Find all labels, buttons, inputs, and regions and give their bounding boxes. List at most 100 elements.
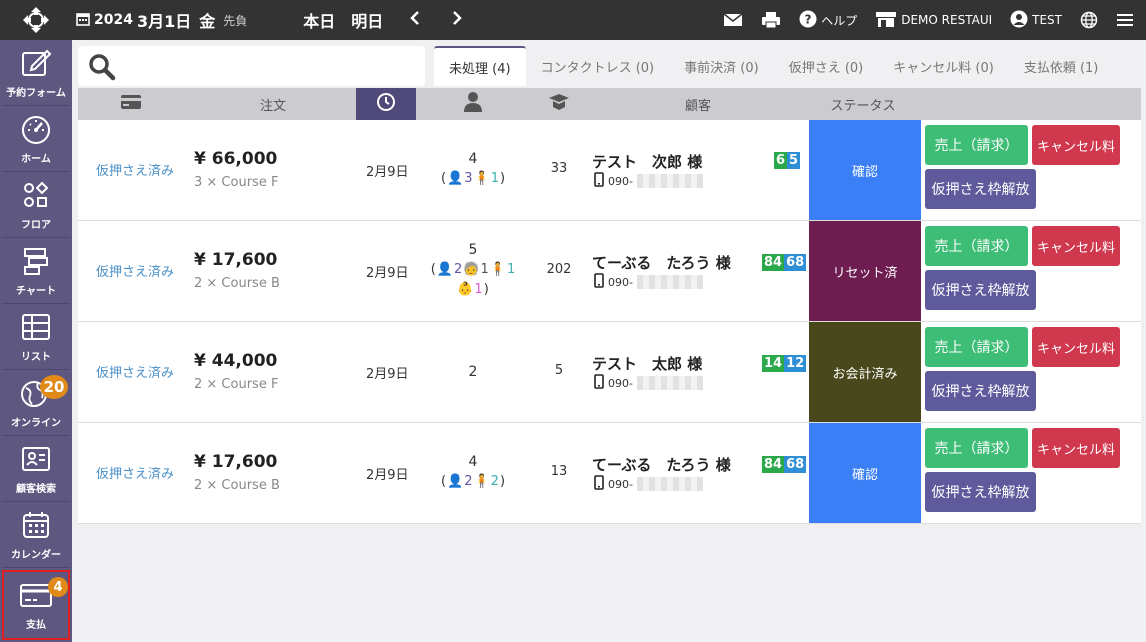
mail-icon[interactable] (723, 12, 743, 28)
print-icon[interactable] (761, 11, 781, 29)
svg-text:?: ? (805, 12, 812, 26)
credit-card-icon (120, 94, 142, 114)
order-column-header[interactable]: 注文 (238, 88, 308, 120)
release-hold-button[interactable]: 仮押さえ枠解放 (925, 270, 1036, 310)
release-hold-button[interactable]: 仮押さえ枠解放 (925, 371, 1036, 411)
charge-button[interactable]: 売上（請求） (925, 428, 1028, 468)
table-row[interactable]: 仮押さえ済み ¥ 66,000 3 × Course F 2月9日 4 ( 👤 3… (78, 120, 1141, 221)
id-card-icon (20, 444, 52, 478)
table-row[interactable]: 仮押さえ済み ¥ 44,000 2 × Course F 2月9日 2 5 テス… (78, 322, 1141, 423)
prev-day-icon[interactable] (409, 10, 421, 31)
reservation-status-link[interactable]: 仮押さえ済み (96, 362, 174, 381)
sidebar-item-home[interactable]: ホーム (2, 108, 70, 172)
charge-button[interactable]: 売上（請求） (925, 125, 1028, 165)
sidebar-item-online[interactable]: オンライン 20 (2, 372, 70, 436)
sidebar-item-chart[interactable]: チャート (2, 240, 70, 304)
guest-breakdown: ( 👤 2 🧍 2 ) (440, 474, 506, 489)
tab-contactless[interactable]: コンタクトレス (0) (526, 46, 670, 86)
rokuyo-text: 先負 (223, 13, 248, 28)
customer-phone: 090- (594, 172, 703, 190)
reservation-status-link[interactable]: 仮押さえ済み (96, 463, 174, 482)
tab-prepaid[interactable]: 事前決済 (0) (669, 46, 774, 86)
tomorrow-button[interactable]: 明日 (351, 8, 383, 32)
globe-icon[interactable] (1080, 11, 1098, 29)
status-column-header[interactable]: ステータス (823, 88, 903, 120)
user-menu[interactable]: TEST (1010, 10, 1062, 31)
restaurant-label: DEMO RESTAUI (901, 13, 993, 27)
guest-breakdown: ( 👤 2 🧓 1 🧍 1 (430, 262, 516, 277)
app-logo[interactable] (0, 0, 72, 40)
cancel-fee-button[interactable]: キャンセル料 (1032, 327, 1120, 367)
adult-icon: 👤 (447, 474, 464, 489)
cancel-fee-button[interactable]: キャンセル料 (1032, 428, 1120, 468)
cancel-fee-button[interactable]: キャンセル料 (1032, 226, 1120, 266)
order-course: 2 × Course B (194, 276, 280, 291)
customer-name[interactable]: てーぶる たろう 様 (592, 252, 731, 273)
store-icon (875, 10, 897, 31)
tab-unprocessed[interactable]: 未処理 (4) (434, 46, 526, 86)
customer-column-header[interactable]: 顧客 (658, 88, 738, 120)
sidebar-item-label: 予約フォーム (6, 88, 66, 99)
help-label: ヘルプ (821, 13, 858, 28)
table-row[interactable]: 仮押さえ済み ¥ 17,600 2 × Course B 2月9日 4 ( 👤 2… (78, 423, 1141, 524)
table-number: 202 (546, 262, 572, 277)
reservation-date: 2月9日 (366, 367, 409, 382)
customer-name[interactable]: てーぶる たろう 様 (592, 454, 731, 475)
time-column-header[interactable] (356, 88, 416, 120)
phone-prefix: 090- (608, 376, 633, 390)
table-seat-icon (548, 93, 570, 115)
cancel-fee-button[interactable]: キャンセル料 (1032, 125, 1120, 165)
table-row[interactable]: 仮押さえ済み ¥ 17,600 2 × Course B 2月9日 5 ( 👤 2… (78, 221, 1141, 322)
menu-icon[interactable] (1116, 12, 1134, 28)
release-hold-button[interactable]: 仮押さえ枠解放 (925, 169, 1036, 209)
reservation-status-link[interactable]: 仮押さえ済み (96, 160, 174, 179)
sidebar-item-reservation-form[interactable]: 予約フォーム (2, 42, 70, 106)
sidebar-item-customer-search[interactable]: 顧客検索 (2, 438, 70, 502)
customer-name[interactable]: テスト 次郎 様 (592, 151, 702, 172)
user-label: TEST (1032, 13, 1062, 27)
phone-prefix: 090- (608, 275, 633, 289)
reservation-status-link[interactable]: 仮押さえ済み (96, 261, 174, 280)
tab-tentative[interactable]: 仮押さえ (0) (774, 46, 879, 86)
payment-count-badge: 4 (48, 577, 68, 597)
table-icon (20, 312, 52, 346)
adult-count: 2 (464, 474, 473, 489)
visit-count-badge: 84 (762, 254, 785, 271)
reservation-state: お会計済み (809, 322, 921, 422)
sidebar-item-label: 顧客検索 (16, 484, 56, 495)
guest-total: 4 (468, 151, 478, 167)
online-count-badge: 20 (40, 375, 68, 399)
sidebar-item-list[interactable]: リスト (2, 306, 70, 370)
child-count: 1 (490, 171, 499, 186)
tab-cancel-fee[interactable]: キャンセル料 (0) (878, 46, 1009, 86)
reservation-date: 2月9日 (366, 165, 409, 180)
next-day-icon[interactable] (451, 10, 463, 31)
guest-breakdown: ( 👤 3 🧍 1 ) (440, 171, 506, 186)
charge-button[interactable]: 売上（請求） (925, 226, 1028, 266)
sidebar-item-floor[interactable]: フロア (2, 174, 70, 238)
reservation-state: 確認 (809, 120, 921, 220)
customer-name[interactable]: テスト 太郎 様 (592, 353, 702, 374)
help-link[interactable]: ? ヘルプ (799, 10, 857, 31)
order-course: 3 × Course F (194, 175, 279, 190)
main-content: 未処理 (4) コンタクトレス (0) 事前決済 (0) 仮押さえ (0) キャ… (72, 40, 1146, 642)
child-icon: 🧍 (489, 262, 506, 277)
sidebar-item-calendar[interactable]: カレンダー (2, 504, 70, 568)
release-hold-button[interactable]: 仮押さえ枠解放 (925, 472, 1036, 512)
year-text: 2024 (94, 12, 133, 28)
order-price: ¥ 17,600 (194, 452, 278, 472)
sidebar-item-payment[interactable]: 支払 4 (2, 570, 70, 640)
card-column-header[interactable] (98, 88, 164, 120)
table-number: 13 (550, 464, 568, 479)
people-column-header[interactable] (448, 88, 498, 120)
mobile-icon (594, 273, 604, 291)
date-display[interactable]: 2024 3月1日 金 先負 (76, 8, 247, 32)
table-column-header[interactable] (538, 88, 580, 120)
customer-phone: 090- (594, 475, 703, 493)
timeline-icon (20, 246, 52, 280)
search-input[interactable] (78, 46, 425, 86)
charge-button[interactable]: 売上（請求） (925, 327, 1028, 367)
today-button[interactable]: 本日 (303, 8, 335, 32)
tab-payment-request[interactable]: 支払依頼 (1) (1009, 46, 1114, 86)
restaurant-selector[interactable]: DEMO RESTAUI (875, 10, 992, 31)
